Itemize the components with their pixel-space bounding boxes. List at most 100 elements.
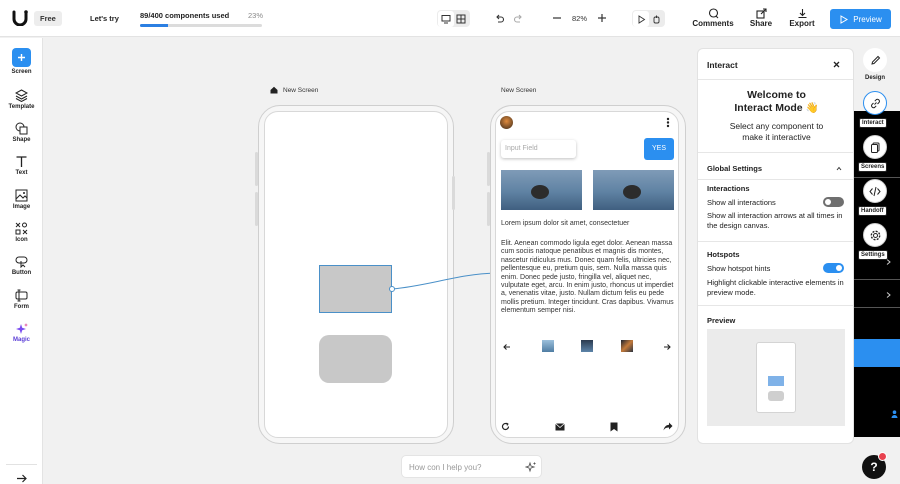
settings-tool-button[interactable]	[863, 223, 887, 247]
mail-icon[interactable]	[555, 423, 565, 431]
preview-button[interactable]: Preview	[830, 9, 891, 29]
seal-image-2[interactable]	[593, 170, 674, 210]
lets-try-link[interactable]: Let's try	[90, 14, 119, 23]
bookmark-icon[interactable]	[610, 422, 618, 432]
arrow-right-icon[interactable]	[663, 343, 671, 351]
hotspots-heading: Hotspots	[707, 250, 740, 259]
arrow-left-icon[interactable]	[503, 343, 511, 351]
interactions-heading: Interactions	[707, 184, 750, 193]
design-tool-button[interactable]	[863, 48, 887, 72]
left-toolbar: Screen Template Shape Text Image Icon Bu…	[0, 38, 43, 484]
redo-icon[interactable]	[513, 13, 524, 24]
app-logo-icon[interactable]	[12, 9, 29, 26]
sparkle-icon[interactable]	[525, 461, 537, 473]
handoff-tool-button[interactable]	[863, 179, 887, 203]
highlight-clickable-label: Highlight clickable interactive elements…	[707, 278, 844, 297]
screens-tool-button[interactable]	[863, 135, 887, 159]
more-vertical-icon[interactable]	[666, 117, 670, 128]
divider	[698, 179, 853, 180]
screen-name: New Screen	[283, 86, 319, 94]
lorem-title[interactable]: Lorem ipsum dolor sit amet, consectetuer	[501, 220, 676, 228]
avatar[interactable]	[500, 116, 513, 129]
ai-chat-input[interactable]: How con I help you?	[401, 455, 542, 478]
tool-label: Template	[8, 104, 35, 110]
mini-preview-strip	[854, 111, 900, 437]
show-all-interactions-toggle[interactable]	[823, 197, 844, 207]
tool-form[interactable]: Form	[0, 289, 43, 310]
zoom-level[interactable]: 82%	[572, 14, 587, 23]
preview-label: Preview	[853, 14, 882, 24]
close-icon[interactable]	[833, 61, 840, 68]
screen-label-2[interactable]: New Screen	[501, 87, 536, 94]
chevron-up-icon[interactable]	[836, 166, 842, 171]
layers-icon	[15, 89, 28, 102]
plan-badge[interactable]: Free	[34, 11, 62, 26]
phone-side-button	[487, 152, 490, 186]
tool-icon[interactable]: Icon	[0, 222, 43, 243]
chevron-right-icon[interactable]	[886, 259, 891, 265]
preview-phone	[756, 342, 796, 413]
tool-shape[interactable]: Shape	[0, 122, 43, 143]
tool-button[interactable]: Button	[0, 255, 43, 276]
screen-label-1[interactable]: New Screen	[270, 86, 318, 94]
export-button[interactable]: Export	[786, 8, 818, 28]
plus-icon	[12, 48, 31, 67]
interact-tool-button[interactable]	[863, 91, 887, 115]
interaction-link-arrow[interactable]	[388, 268, 500, 294]
carousel-thumbnail[interactable]	[621, 340, 633, 352]
zoom-in-icon[interactable]	[597, 13, 607, 23]
interact-panel: Interact Welcome to Interact Mode 👋 Sele…	[697, 48, 854, 444]
tool-label: Icon	[15, 237, 28, 243]
phone-side-button	[255, 152, 258, 186]
welcome-line-1: Welcome to	[747, 89, 806, 101]
tool-label: Screen	[11, 69, 32, 75]
show-hotspot-hints-toggle[interactable]	[823, 263, 844, 273]
user-icon[interactable]	[891, 410, 898, 418]
carousel-thumbnail[interactable]	[581, 340, 593, 352]
comments-button[interactable]: Comments	[690, 8, 736, 28]
play-icon[interactable]	[633, 11, 649, 27]
tool-image[interactable]: Image	[0, 189, 43, 210]
handoff-tool-label: Handoff	[858, 206, 887, 216]
tool-magic[interactable]: Magic	[0, 322, 43, 343]
design-tool-label: Design	[864, 75, 885, 81]
image-icon	[15, 189, 28, 202]
tool-template[interactable]: Template	[0, 89, 43, 110]
input-field[interactable]: Input Field	[501, 140, 576, 158]
seal-image-1[interactable]	[501, 170, 582, 210]
zoom-out-icon[interactable]	[552, 13, 562, 23]
tool-label: Magic	[12, 337, 30, 343]
play-icon	[840, 14, 849, 24]
desktop-view-icon[interactable]	[438, 11, 454, 27]
tool-label: Shape	[12, 137, 31, 143]
hand-pointer-icon[interactable]	[648, 11, 664, 27]
export-label: Export	[789, 19, 815, 28]
share-button[interactable]: Share	[746, 8, 776, 28]
split-view-icon[interactable]	[453, 11, 469, 27]
divider	[6, 464, 37, 465]
play-toggle-group	[632, 10, 665, 27]
carousel-thumbnail[interactable]	[542, 340, 554, 352]
usage-label: 89/400 components used	[140, 11, 230, 20]
yes-button[interactable]: YES	[644, 138, 674, 160]
strip-divider	[854, 279, 900, 280]
screens-icon	[870, 142, 879, 153]
share-arrow-icon[interactable]	[663, 422, 673, 431]
preview-hotspot-shape	[768, 376, 784, 386]
welcome-line-2: Interact Mode 👋	[734, 102, 819, 114]
undo-icon[interactable]	[494, 13, 505, 24]
settings-tool-label: Settings	[858, 250, 888, 260]
preview-heading: Preview	[707, 316, 736, 325]
global-settings-heading[interactable]: Global Settings	[707, 164, 762, 173]
strip-highlight	[854, 339, 900, 367]
rounded-rectangle-shape[interactable]	[319, 335, 392, 383]
refresh-icon[interactable]	[501, 422, 510, 431]
tool-screen[interactable]: Screen	[0, 48, 43, 75]
welcome-heading: Welcome to Interact Mode 👋	[698, 89, 853, 115]
lorem-body[interactable]: Elit. Aenean commodo ligula eget dolor. …	[501, 240, 676, 316]
gear-icon	[870, 230, 880, 240]
tool-text[interactable]: Text	[0, 155, 43, 176]
chevron-right-icon[interactable]	[886, 292, 891, 298]
selected-rectangle-shape[interactable]	[319, 265, 392, 313]
expand-arrow-icon[interactable]	[16, 474, 27, 483]
